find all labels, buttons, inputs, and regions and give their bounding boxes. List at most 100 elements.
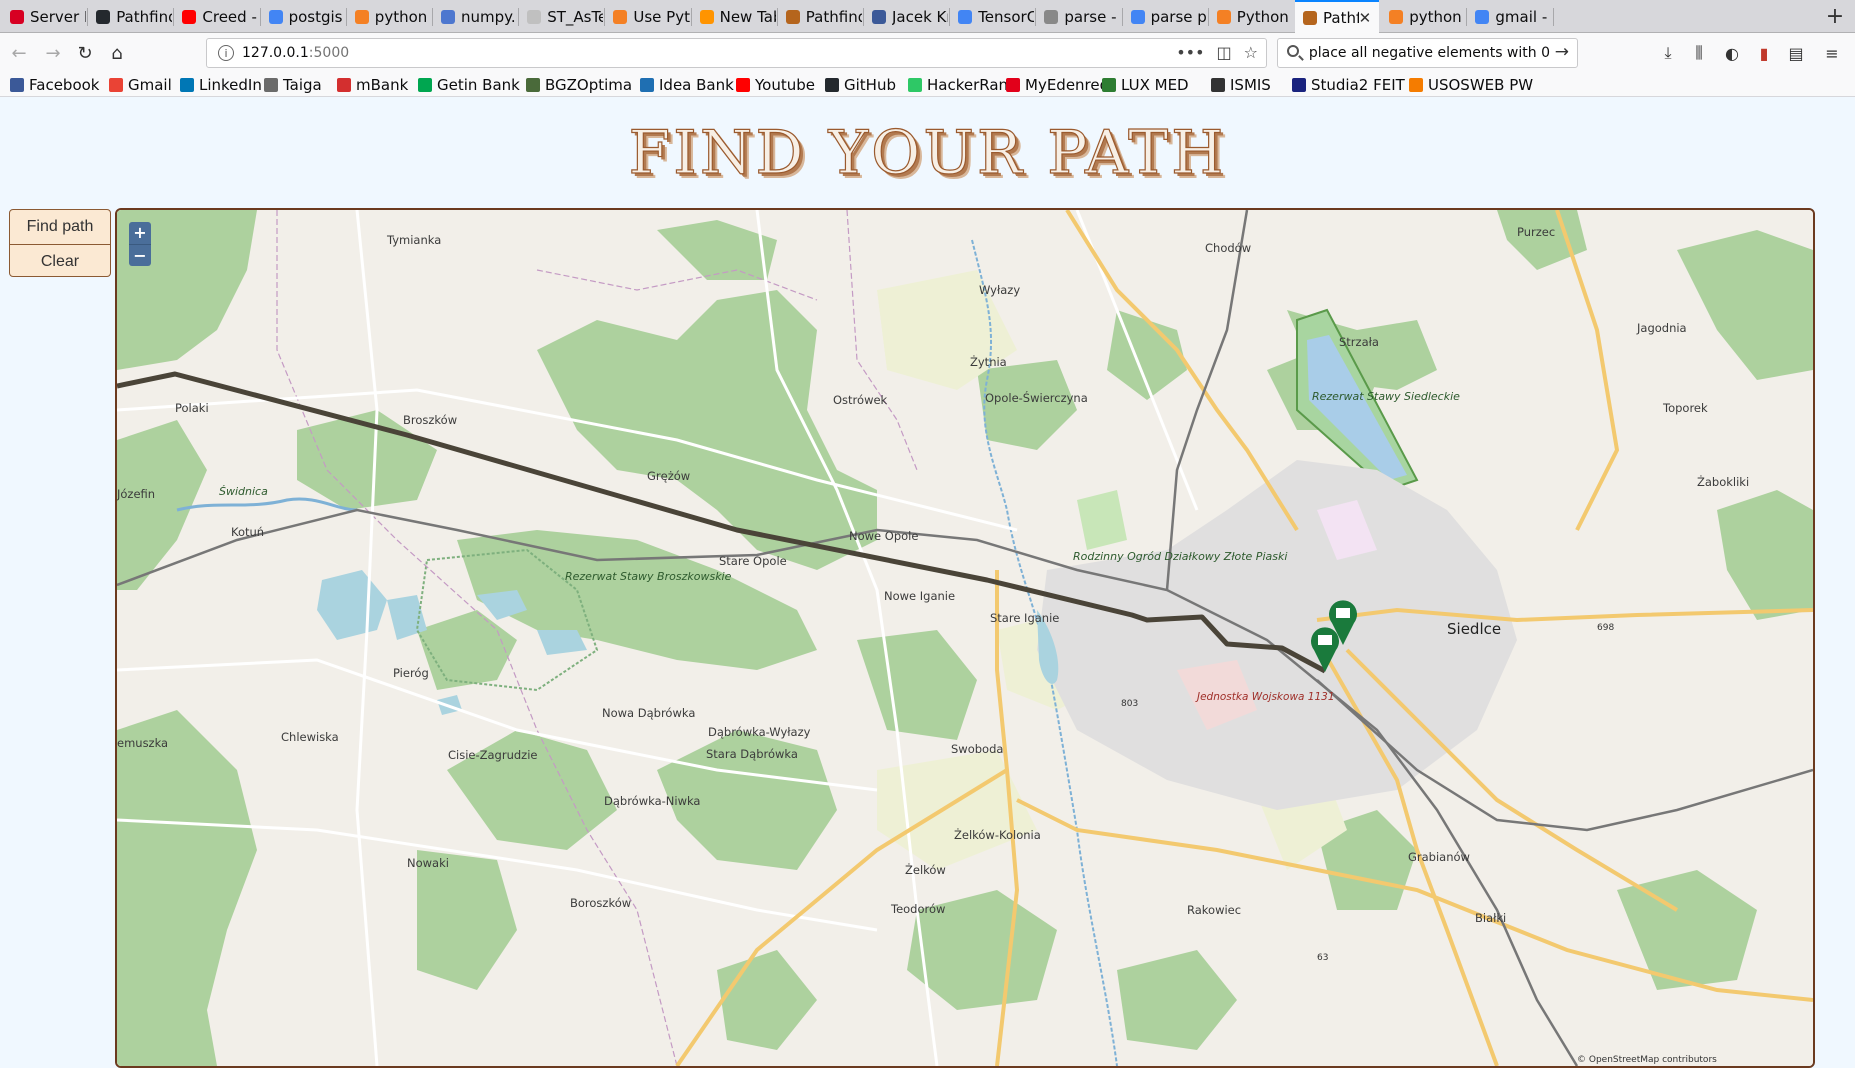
browser-tab[interactable]: Python r — [1209, 0, 1293, 33]
tab-label: gmail - S — [1495, 7, 1551, 26]
bookmark-item[interactable]: Taiga — [264, 75, 322, 95]
river-label: Świdnica — [219, 485, 268, 498]
search-input[interactable]: replace all negative elements with 0 — [1310, 45, 1550, 61]
tab-label: Use Pyth — [633, 7, 690, 26]
url-bar[interactable]: i 127.0.0.1:5000 ••• ◫ ☆ — [206, 38, 1267, 68]
bookmark-item[interactable]: Studia2 FEIT — [1292, 75, 1405, 95]
browser-tab[interactable]: ST_AsText — [519, 0, 603, 33]
place-label: Opole-Świerczyna — [985, 390, 1088, 405]
bookmark-label: Idea Bank — [659, 76, 734, 94]
road-number-label: 63 — [1317, 953, 1328, 963]
browser-tab[interactable]: New Tab — [692, 0, 776, 33]
browser-tab[interactable]: parse py — [1123, 0, 1207, 33]
bookmark-item[interactable]: mBank — [337, 75, 408, 95]
browser-tab[interactable]: Creed - N — [174, 0, 259, 33]
place-label: Purzec — [1517, 225, 1555, 239]
map-container[interactable]: + − Tymianka Purzec Chodów Wyłazy Jagodn… — [115, 208, 1815, 1068]
page-actions-icon[interactable]: ••• — [1176, 43, 1204, 62]
tab-favicon-icon — [96, 9, 111, 24]
browser-tab[interactable]: python — [1381, 0, 1465, 33]
tab-favicon-icon — [354, 9, 369, 24]
browser-tab[interactable]: Pathfind — [88, 0, 172, 33]
browser-tab[interactable]: Jacek Kr — [864, 0, 948, 33]
place-label: Teodorów — [890, 902, 945, 916]
bookmark-item[interactable]: Idea Bank — [640, 75, 734, 95]
place-label: Wyłazy — [979, 283, 1020, 297]
bookmark-label: Gmail — [128, 76, 172, 94]
bookmark-item[interactable]: Facebook — [10, 75, 99, 95]
bookmark-label: Studia2 FEIT — [1311, 76, 1405, 94]
browser-tab[interactable]: Server N — [2, 0, 86, 33]
bookmark-item[interactable]: Gmail — [109, 75, 172, 95]
bookmark-item[interactable]: ISMIS — [1211, 75, 1271, 95]
place-label: Nowe Iganie — [884, 589, 955, 603]
bookmark-item[interactable]: Getin Bank — [418, 75, 520, 95]
sync-icon[interactable]: ◐ — [1720, 41, 1744, 65]
forward-button[interactable]: → — [40, 40, 66, 66]
bookmark-item[interactable]: GitHub — [825, 75, 896, 95]
bookmark-item[interactable]: HackerRank — [908, 75, 1017, 95]
navigation-toolbar: ← → ↻ ⌂ i 127.0.0.1:5000 ••• ◫ ☆ replace… — [0, 33, 1855, 73]
bookmark-item[interactable]: Youtube — [736, 75, 815, 95]
browser-tab[interactable]: parse - P — [1036, 0, 1121, 33]
zoom-out-button[interactable]: − — [129, 244, 151, 267]
tab-label: numpy.r — [461, 7, 518, 26]
browser-tab[interactable]: python — [347, 0, 431, 33]
site-info-icon[interactable]: i — [218, 45, 234, 61]
bookmark-item[interactable]: BGZOptima — [526, 75, 632, 95]
place-label: Polaki — [175, 401, 209, 415]
bookmark-favicon-icon — [736, 78, 750, 92]
sidebar-icon[interactable]: ▤ — [1784, 41, 1808, 65]
place-label: Grabianów — [1408, 850, 1470, 864]
place-label: Nowa Dąbrówka — [602, 706, 695, 720]
tab-label: Pathfind — [805, 7, 862, 26]
place-label: Strzała — [1339, 335, 1379, 349]
downloads-icon[interactable]: ⤓ — [1656, 41, 1680, 65]
tab-label: python — [1409, 7, 1462, 26]
search-go-icon[interactable]: → — [1555, 42, 1569, 62]
tab-favicon-icon — [10, 9, 24, 24]
browser-tab[interactable]: gmail - S — [1467, 0, 1552, 33]
browser-tab[interactable]: Pathf ✕ — [1295, 0, 1380, 33]
place-label: Tymianka — [386, 233, 441, 247]
place-label: Swoboda — [951, 742, 1003, 756]
browser-tab[interactable]: Use Pyth — [605, 0, 690, 33]
bookmark-item[interactable]: USOSWEB PW — [1409, 75, 1533, 95]
clear-button[interactable]: Clear — [10, 244, 110, 278]
reload-button[interactable]: ↻ — [72, 40, 98, 66]
zoom-control: + − — [129, 222, 151, 266]
bookmark-favicon-icon — [1409, 78, 1423, 92]
find-path-button[interactable]: Find path — [10, 210, 110, 244]
zoom-in-button[interactable]: + — [129, 222, 151, 244]
map-tiles[interactable]: Tymianka Purzec Chodów Wyłazy Jagodnia Strzał… — [117, 210, 1813, 1066]
bookmark-item[interactable]: LUX MED — [1102, 75, 1189, 95]
bookmark-item[interactable]: MyEdenred — [1006, 75, 1109, 95]
extension-icon[interactable]: ▮ — [1752, 41, 1776, 65]
page-title: FIND YOUR PATH — [628, 117, 1227, 188]
home-button[interactable]: ⌂ — [104, 40, 130, 66]
search-bar[interactable]: replace all negative elements with 0 → — [1277, 38, 1578, 68]
browser-tab[interactable]: Pathfind — [778, 0, 862, 33]
bookmark-favicon-icon — [825, 78, 839, 92]
tab-favicon-icon — [958, 9, 973, 24]
browser-tab[interactable]: postgis — [261, 0, 345, 33]
library-icon[interactable]: ⫼ — [1687, 41, 1711, 65]
menu-icon[interactable]: ≡ — [1820, 41, 1844, 65]
new-tab-button[interactable]: + — [1821, 0, 1849, 33]
place-label: Pieróg — [393, 666, 429, 680]
tab-label: postgis — [288, 7, 343, 26]
tab-label: parse py — [1150, 7, 1207, 26]
bookmark-star-icon[interactable]: ☆ — [1244, 43, 1258, 62]
bookmark-label: Youtube — [755, 76, 815, 94]
bookmark-item[interactable]: LinkedIn — [180, 75, 262, 95]
bookmark-favicon-icon — [180, 78, 194, 92]
bookmark-favicon-icon — [640, 78, 654, 92]
bookmark-label: USOSWEB PW — [1428, 76, 1534, 94]
browser-tab[interactable]: numpy.r — [433, 0, 517, 33]
bookmark-label: HackerRank — [927, 76, 1017, 94]
close-tab-icon[interactable]: ✕ — [1359, 9, 1372, 27]
place-label: Chlewiska — [281, 730, 339, 744]
pocket-icon[interactable]: ◫ — [1217, 43, 1232, 62]
browser-tab[interactable]: TensorC — [950, 0, 1034, 33]
back-button[interactable]: ← — [6, 40, 32, 66]
